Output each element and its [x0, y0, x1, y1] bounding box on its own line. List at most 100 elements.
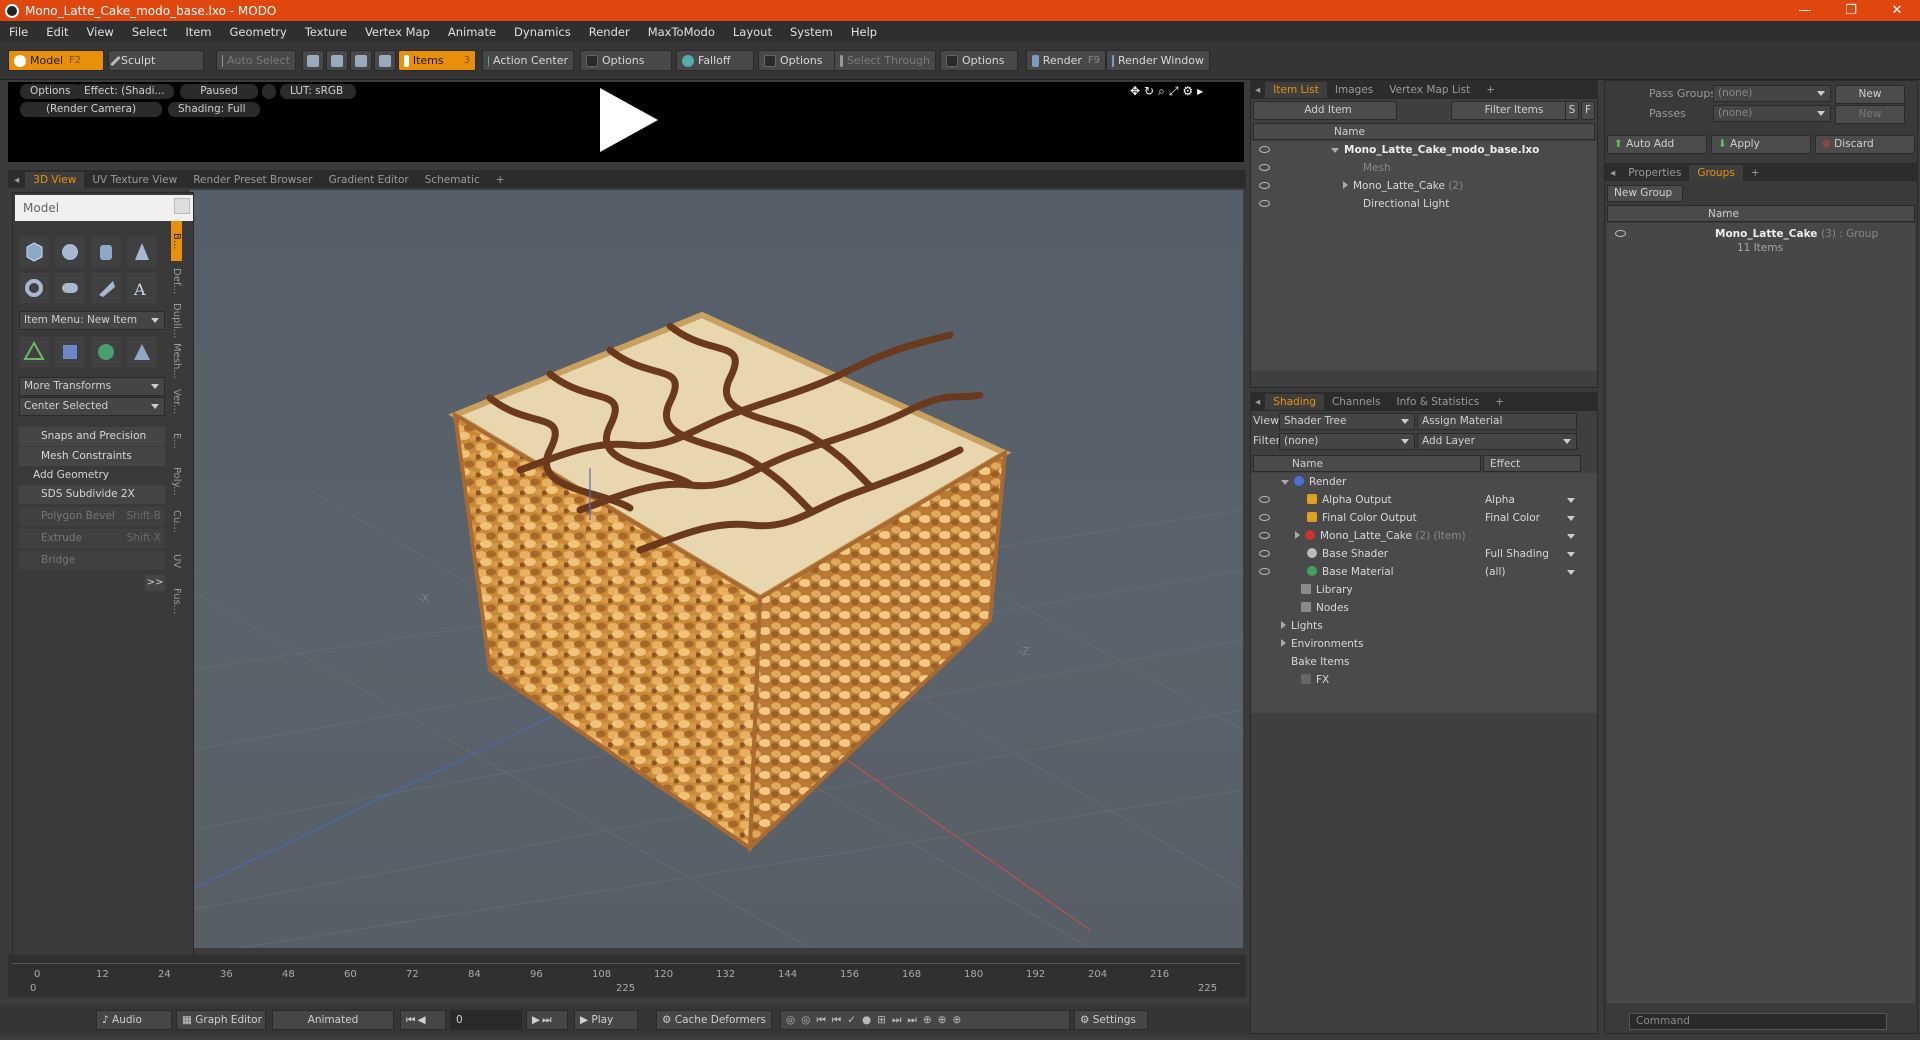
stretch-icon[interactable] [127, 337, 157, 367]
lut-dropdown[interactable]: LUT: sRGB [280, 84, 356, 99]
render-camera-dropdown[interactable]: (Render Camera) [20, 102, 162, 117]
render-preview[interactable]: Options Effect: (Shadi... Paused LUT: sR… [8, 82, 1244, 162]
tab-info-statistics[interactable]: Info & Statistics [1389, 394, 1488, 410]
vtab-vertex[interactable]: Ver... [171, 381, 182, 421]
polygons-mode-button[interactable] [350, 50, 372, 71]
polygon-bevel-button[interactable]: Polygon Bevel Shift-B [19, 507, 165, 526]
shading-name-header[interactable]: Name [1253, 455, 1481, 472]
more-tools-button[interactable]: >> [145, 575, 165, 591]
shader-row-final-color-output[interactable]: Final Color Output Final Color [1251, 509, 1581, 527]
preview-paused-button[interactable]: Paused [180, 84, 258, 99]
menu-edit[interactable]: Edit [37, 25, 77, 39]
render-button[interactable]: Render F9 [1026, 50, 1106, 71]
sculpt-mode-button[interactable]: Sculpt [108, 50, 204, 71]
panel-menu-icon[interactable]: ◂ [8, 172, 25, 188]
shader-row-bake-items[interactable]: Bake Items [1251, 653, 1581, 671]
cache-deformers-button[interactable]: ⚙ Cache Deformers [656, 1010, 772, 1030]
add-tab-button[interactable]: + [1487, 394, 1512, 410]
tab-render-preset-browser[interactable]: Render Preset Browser [185, 172, 320, 188]
action-center-options-button[interactable]: Options [580, 50, 672, 71]
groups-name-header[interactable]: Name [1607, 205, 1915, 222]
toolbox-close-button[interactable] [174, 198, 190, 214]
lock-icon[interactable] [262, 84, 276, 99]
tab-shading[interactable]: Shading [1265, 394, 1324, 410]
preview-options-button[interactable]: Options [20, 84, 81, 99]
preview-nav-icons[interactable]: ✥↻⌕⤢⚙▸ [1130, 84, 1207, 99]
add-tab-button[interactable]: + [488, 172, 513, 188]
items-mode-button[interactable]: Items 3 [398, 50, 476, 71]
new-pass-group-button[interactable]: New [1835, 85, 1905, 104]
preview-effect-dropdown[interactable]: Effect: (Shadi... [74, 84, 174, 99]
menu-vertex-map[interactable]: Vertex Map [356, 25, 439, 39]
menu-system[interactable]: System [781, 25, 842, 39]
menu-select[interactable]: Select [123, 25, 176, 39]
tab-groups[interactable]: Groups [1689, 165, 1743, 181]
tab-3d-view[interactable]: 3D View [25, 172, 85, 188]
sds-subdivide-button[interactable]: SDS Subdivide 2X [19, 485, 165, 504]
menu-item[interactable]: Item [176, 25, 220, 39]
edges-mode-button[interactable] [326, 50, 348, 71]
menu-texture[interactable]: Texture [296, 25, 356, 39]
add-layer-dropdown[interactable]: Add Layer [1417, 433, 1577, 450]
viewport-canvas[interactable]: -X -Z [190, 190, 1243, 948]
select-through-button[interactable]: Select Through [834, 50, 936, 71]
cylinder-icon[interactable] [91, 237, 121, 267]
tab-uv-texture-view[interactable]: UV Texture View [84, 172, 185, 188]
visibility-eye-icon[interactable] [1259, 200, 1270, 207]
pass-groups-dropdown[interactable]: (none) [1713, 85, 1831, 102]
visibility-eye-icon[interactable] [1259, 164, 1270, 171]
select-through-options-button[interactable]: Options [940, 50, 1018, 71]
shader-row-base-shader[interactable]: Base Shader Full Shading [1251, 545, 1581, 563]
vtab-deform[interactable]: Def... [171, 261, 182, 301]
shader-row-render[interactable]: Render [1251, 473, 1581, 491]
action-center-button[interactable]: Action Center [482, 50, 574, 71]
menu-dynamics[interactable]: Dynamics [505, 25, 580, 39]
add-item-button[interactable]: Add Item [1253, 101, 1397, 120]
panel-menu-icon[interactable]: ◂ [1250, 394, 1265, 410]
sphere-icon[interactable] [55, 237, 85, 267]
key-tools-icons[interactable]: ◎◎⏮⏮✓●⊞⏭⏭⊕⊕⊕ [780, 1010, 1070, 1030]
new-group-button[interactable]: New Group [1607, 185, 1683, 202]
item-menu-dropdown[interactable]: Item Menu: New Item [19, 311, 165, 330]
add-tab-button[interactable]: + [1478, 82, 1503, 98]
close-button[interactable]: ✕ [1874, 0, 1920, 21]
menu-file[interactable]: File [0, 25, 37, 39]
item-row-mesh[interactable]: Mesh [1251, 159, 1591, 177]
shader-row-base-material[interactable]: Base Material (all) [1251, 563, 1581, 581]
passes-dropdown[interactable]: (none) [1713, 105, 1831, 122]
text-tool-icon[interactable]: A [127, 273, 157, 303]
shading-effect-header[interactable]: Effect [1483, 455, 1581, 472]
visibility-eye-icon[interactable] [1259, 146, 1270, 153]
shader-row-alpha-output[interactable]: Alpha Output Alpha [1251, 491, 1581, 509]
add-tab-button[interactable]: + [1743, 165, 1768, 181]
tab-vertex-map-list[interactable]: Vertex Map List [1381, 82, 1478, 98]
shader-row-lights[interactable]: Lights [1251, 617, 1581, 635]
play-button[interactable]: ▶ Play [574, 1010, 638, 1030]
visibility-eye-icon[interactable] [1259, 496, 1270, 503]
globe-icon[interactable] [91, 337, 121, 367]
menu-layout[interactable]: Layout [724, 25, 781, 39]
vtab-curve[interactable]: Cu... [171, 501, 182, 541]
item-list-s-button[interactable]: S [1565, 101, 1579, 120]
play-icon[interactable] [600, 88, 658, 152]
menu-render[interactable]: Render [580, 25, 639, 39]
extrude-button[interactable]: Extrude Shift-X [19, 529, 165, 548]
vtab-polygon[interactable]: Poly... [171, 461, 182, 501]
add-geometry-section[interactable]: Add Geometry [19, 467, 165, 484]
materials-mode-button[interactable] [374, 50, 396, 71]
filter-items-input[interactable]: Filter Items [1451, 101, 1571, 120]
menu-help[interactable]: Help [842, 25, 886, 39]
minimize-button[interactable]: — [1782, 0, 1828, 21]
torus-icon[interactable] [19, 273, 49, 303]
vtab-fusion[interactable]: Fus... [171, 581, 182, 621]
auto-select-button[interactable]: Auto Select [216, 50, 296, 71]
center-selected-dropdown[interactable]: Center Selected [19, 397, 165, 416]
shading-dropdown[interactable]: Shading: Full [168, 102, 260, 117]
tab-channels[interactable]: Channels [1324, 394, 1389, 410]
vtab-edge[interactable]: E... [171, 421, 182, 461]
tab-schematic[interactable]: Schematic [417, 172, 488, 188]
3d-viewport[interactable]: -X -Z [190, 190, 1243, 948]
capsule-icon[interactable] [55, 273, 85, 303]
visibility-eye-icon[interactable] [1259, 532, 1270, 539]
menu-view[interactable]: View [78, 25, 123, 39]
